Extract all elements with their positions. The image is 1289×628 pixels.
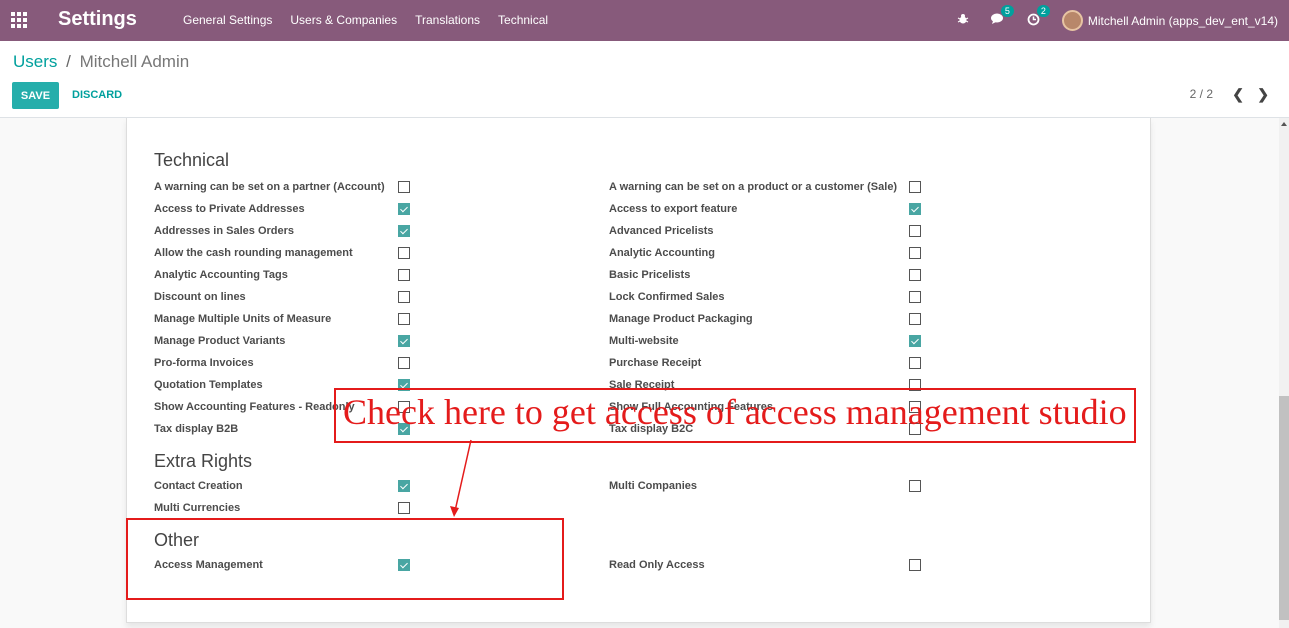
messages-icon[interactable]: 5: [990, 5, 1014, 28]
messages-count-badge: 5: [1000, 5, 1014, 17]
field-label: Analytic Accounting: [609, 247, 715, 259]
field-label: Show Accounting Features - Readonly: [154, 401, 355, 413]
field-label: Manage Product Variants: [154, 335, 286, 347]
menu-general-settings[interactable]: General Settings: [183, 13, 272, 27]
discard-button[interactable]: DISCARD: [72, 89, 122, 101]
scrollbar-thumb[interactable]: [1279, 396, 1289, 620]
apps-menu-icon[interactable]: [11, 12, 29, 28]
debug-bug-icon[interactable]: [957, 13, 969, 28]
scroll-up-arrow-icon[interactable]: [1281, 122, 1287, 126]
field-label: Multi Currencies: [154, 502, 241, 514]
checkbox-checked[interactable]: [909, 203, 921, 215]
field-label: Multi-website: [609, 335, 679, 347]
pager-value[interactable]: 2 / 2: [1190, 87, 1213, 101]
breadcrumb-users-link[interactable]: Users: [13, 52, 57, 71]
pager-next-icon[interactable]: ❯: [1257, 86, 1269, 103]
field-label: Advanced Pricelists: [609, 225, 714, 237]
field-label: Lock Confirmed Sales: [609, 291, 725, 303]
menu-users-companies[interactable]: Users & Companies: [290, 13, 397, 27]
user-avatar[interactable]: [1061, 10, 1083, 31]
control-panel: Users / Mitchell Admin SAVE DISCARD 2 / …: [0, 41, 1289, 118]
activities-clock-icon[interactable]: 2: [1027, 4, 1050, 29]
field-label: Purchase Receipt: [609, 357, 702, 369]
other-section-highlight-box: [126, 518, 564, 600]
checkbox-unchecked[interactable]: [909, 247, 921, 259]
breadcrumb-current: Mitchell Admin: [79, 52, 190, 71]
field-label: Addresses in Sales Orders: [154, 225, 295, 237]
checkbox-unchecked[interactable]: [909, 357, 921, 369]
checkbox-unchecked[interactable]: [909, 313, 921, 325]
field-label: A warning can be set on a product or a c…: [609, 181, 898, 193]
user-menu[interactable]: Mitchell Admin (apps_dev_ent_v14): [1088, 14, 1278, 28]
checkbox-checked[interactable]: [398, 480, 410, 492]
checkbox-unchecked[interactable]: [909, 225, 921, 237]
main-menu: General Settings Users & Companies Trans…: [183, 13, 566, 27]
checkbox-unchecked[interactable]: [398, 181, 410, 193]
field-label: Manage Multiple Units of Measure: [154, 313, 332, 325]
field-label: Access to export feature: [609, 203, 738, 215]
checkbox-unchecked[interactable]: [398, 313, 410, 325]
checkbox-unchecked[interactable]: [909, 181, 921, 193]
field-label: Manage Product Packaging: [609, 313, 753, 325]
checkbox-checked[interactable]: [909, 335, 921, 347]
checkbox-unchecked[interactable]: [398, 502, 410, 514]
checkbox-checked[interactable]: [398, 225, 410, 237]
checkbox-unchecked[interactable]: [398, 247, 410, 259]
field-label: Multi Companies: [609, 480, 698, 492]
checkbox-checked[interactable]: [398, 335, 410, 347]
pager-previous-icon[interactable]: ❮: [1232, 86, 1244, 103]
checkbox-unchecked[interactable]: [909, 480, 921, 492]
field-label: Tax display B2B: [154, 423, 239, 435]
checkbox-unchecked[interactable]: [398, 291, 410, 303]
checkbox-unchecked[interactable]: [398, 269, 410, 281]
field-label: Contact Creation: [154, 480, 243, 492]
app-title[interactable]: Settings: [58, 8, 137, 31]
field-label: Access to Private Addresses: [154, 203, 305, 215]
checkbox-unchecked[interactable]: [909, 269, 921, 281]
menu-technical[interactable]: Technical: [498, 13, 548, 27]
menu-translations[interactable]: Translations: [415, 13, 480, 27]
field-label: Quotation Templates: [154, 379, 263, 391]
save-button[interactable]: SAVE: [12, 82, 59, 109]
field-label: A warning can be set on a partner (Accou…: [154, 181, 385, 193]
annotation-callout-text: Check here to get access of access manag…: [343, 392, 1127, 432]
top-navbar: Settings General Settings Users & Compan…: [0, 0, 1289, 41]
field-label: Analytic Accounting Tags: [154, 269, 288, 281]
section-title-extra-rights: Extra Rights: [154, 451, 253, 471]
checkbox-unchecked[interactable]: [909, 559, 921, 571]
breadcrumb: Users / Mitchell Admin: [13, 52, 189, 72]
checkbox-unchecked[interactable]: [398, 357, 410, 369]
field-label: Basic Pricelists: [609, 269, 691, 281]
field-label: Pro-forma Invoices: [154, 357, 254, 369]
activities-count-badge: 2: [1036, 4, 1050, 17]
breadcrumb-separator: /: [66, 52, 71, 71]
annotation-arrow-icon: [450, 439, 472, 517]
section-title-technical: Technical: [154, 150, 230, 170]
checkbox-checked[interactable]: [398, 203, 410, 215]
field-label: Read Only Access: [609, 559, 705, 571]
field-label: Discount on lines: [154, 291, 246, 303]
checkbox-unchecked[interactable]: [909, 291, 921, 303]
field-label: Allow the cash rounding management: [154, 247, 353, 259]
systray: 5 2 Mitchell Admin (apps_dev_ent_v14): [957, 0, 1289, 41]
